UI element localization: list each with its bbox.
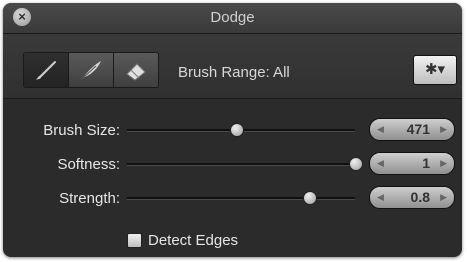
feather-icon xyxy=(81,61,101,80)
increment-icon[interactable]: ▶ xyxy=(440,153,447,174)
brush-size-slider[interactable] xyxy=(127,123,355,137)
increment-icon[interactable]: ▶ xyxy=(440,187,447,208)
brush-range-label: Brush Range: All xyxy=(178,64,290,81)
softness-slider-thumb[interactable] xyxy=(349,157,363,171)
decrement-icon[interactable]: ◀ xyxy=(377,187,384,208)
brush-size-value: 471 xyxy=(406,121,430,137)
decrement-icon[interactable]: ◀ xyxy=(377,153,384,174)
strength-slider[interactable] xyxy=(127,191,355,205)
softness-field[interactable]: ◀ 1 ▶ xyxy=(369,152,455,175)
increment-icon[interactable]: ▶ xyxy=(440,119,447,140)
strength-value: 0.8 xyxy=(410,189,430,205)
toolbar: Brush Range: All ✱▾ xyxy=(3,34,462,99)
brush-tool-group xyxy=(23,52,159,88)
softness-slider[interactable] xyxy=(127,157,363,171)
brush-tool-button[interactable] xyxy=(24,53,69,87)
detect-edges-checkbox[interactable] xyxy=(127,232,142,248)
softness-value: 1 xyxy=(422,155,430,171)
detect-edges-row[interactable]: Detect Edges xyxy=(127,231,238,249)
brush-size-row: Brush Size: ◀ 471 ▶ xyxy=(3,116,462,146)
softness-row: Softness: ◀ 1 ▶ xyxy=(3,150,462,180)
gear-menu-button[interactable]: ✱▾ xyxy=(413,55,457,85)
window-title: Dodge xyxy=(210,9,255,26)
title-bar: × Dodge xyxy=(3,3,462,34)
strength-slider-thumb[interactable] xyxy=(303,191,318,205)
softness-label: Softness: xyxy=(57,156,120,173)
brush-icon xyxy=(36,61,56,80)
detect-edges-label: Detect Edges xyxy=(148,231,239,249)
feather-tool-button[interactable] xyxy=(69,53,114,87)
eraser-icon xyxy=(126,63,146,81)
strength-label: Strength: xyxy=(59,190,120,207)
brush-size-label: Brush Size: xyxy=(43,122,120,139)
gear-icon: ✱▾ xyxy=(424,61,446,78)
dodge-panel: × Dodge Brush Range: All ✱▾ Brush Size: … xyxy=(3,3,462,257)
eraser-tool-button[interactable] xyxy=(114,53,158,87)
decrement-icon[interactable]: ◀ xyxy=(377,119,384,140)
strength-field[interactable]: ◀ 0.8 ▶ xyxy=(369,186,455,209)
brush-size-field[interactable]: ◀ 471 ▶ xyxy=(369,118,455,141)
strength-row: Strength: ◀ 0.8 ▶ xyxy=(3,184,462,214)
brush-size-slider-thumb[interactable] xyxy=(230,123,245,137)
